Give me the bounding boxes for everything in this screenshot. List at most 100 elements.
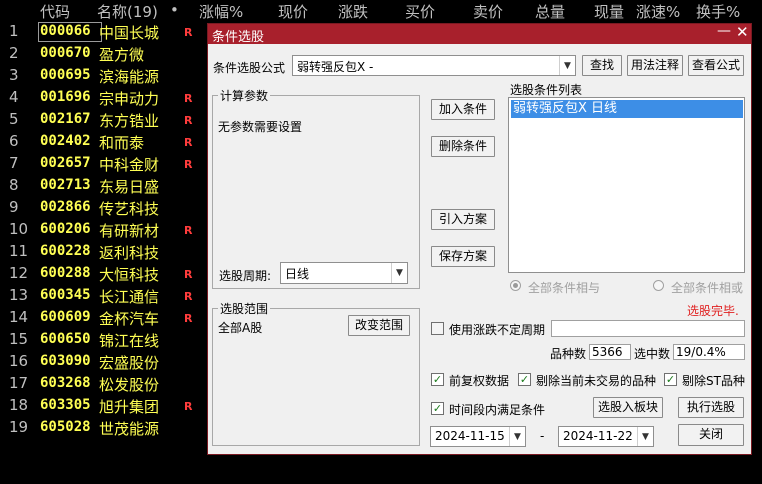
table-row[interactable]: 10 600206 有研新材 R [0,220,200,242]
col-speed[interactable]: 涨速% [636,1,680,22]
prev-adjust-checkbox[interactable]: ✓ [431,373,444,386]
margin-badge: R [184,92,193,105]
chevron-down-icon[interactable]: ▼ [391,263,407,283]
to-board-button[interactable]: 选股入板块 [593,397,663,418]
change-period-input[interactable] [551,320,745,337]
table-row[interactable]: 11 600228 返利科技 [0,242,200,264]
use-change-checkbox[interactable] [431,322,444,335]
formula-select[interactable]: 弱转强反包X - ▼ [292,55,576,76]
close-icon[interactable]: ✕ [736,23,749,41]
col-price[interactable]: 现价 [278,1,308,22]
table-row[interactable]: 13 600345 长江通信 R [0,286,200,308]
table-row[interactable]: 1 000066 中国长城 R [0,22,200,44]
col-volume[interactable]: 总量 [535,1,565,22]
table-row[interactable]: 9 002866 传艺科技 [0,198,200,220]
stock-name: 有研新材 [99,222,160,240]
table-row[interactable]: 6 002402 和而泰 R [0,132,200,154]
stock-name: 东易日盛 [99,178,160,196]
condition-list-item[interactable]: 弱转强反包X 日线 [511,100,743,118]
chevron-down-icon[interactable]: ▼ [559,56,575,75]
stock-code: 603305 [40,397,91,413]
row-index: 2 [9,44,19,62]
table-row[interactable]: 16 603090 宏盛股份 [0,352,200,374]
col-ask[interactable]: 卖价 [473,1,503,22]
row-index: 8 [9,176,19,194]
radio-and-label: 全部条件相与 [528,281,601,295]
col-name[interactable]: 名称(19) [97,1,158,22]
period-select[interactable]: 日线 ▼ [280,262,408,284]
stock-list-header: 代码 名称(19) • 涨幅% 现价 涨跌 买价 卖价 总量 现量 涨速% 换手… [0,0,762,22]
col-change[interactable]: 涨跌 [338,1,368,22]
use-change-label: 使用涨跌不定周期 [449,323,546,337]
import-scheme-button[interactable]: 引入方案 [431,209,495,230]
delete-condition-button[interactable]: 删除条件 [431,136,495,157]
remove-untraded-checkbox[interactable]: ✓ [518,373,531,386]
table-row[interactable]: 14 600609 金杯汽车 R [0,308,200,330]
row-index: 17 [9,374,29,392]
col-cur-volume[interactable]: 现量 [594,1,624,22]
add-condition-button[interactable]: 加入条件 [431,99,495,120]
stock-code: 000670 [40,45,91,61]
time-range-checkbox[interactable]: ✓ [431,402,444,415]
col-bid[interactable]: 买价 [405,1,435,22]
table-row[interactable]: 18 603305 旭升集团 R [0,396,200,418]
close-button[interactable]: 关闭 [678,424,744,446]
stock-code: 600345 [40,287,91,303]
table-row[interactable]: 5 002167 东方锆业 R [0,110,200,132]
stock-code: 605028 [40,419,91,435]
stock-name: 中科金财 [99,156,160,174]
condition-select-dialog: 条件选股 — ✕ 条件选股公式 弱转强反包X - ▼ 查找 用法注释 查看公式 … [207,23,752,455]
table-row[interactable]: 4 001696 宗申动力 R [0,88,200,110]
stock-name: 旭升集团 [99,398,160,416]
find-button[interactable]: 查找 [582,55,622,76]
stock-code: 600206 [40,221,91,237]
condition-list-caption: 选股条件列表 [510,83,583,97]
date-to-picker[interactable]: 2024-11-22 ▼ [558,426,654,447]
table-row[interactable]: 8 002713 东易日盛 [0,176,200,198]
chevron-down-icon[interactable]: ▼ [637,427,653,446]
col-turnover[interactable]: 换手% [696,1,740,22]
table-row[interactable]: 3 000695 滨海能源 [0,66,200,88]
table-row[interactable]: 19 605028 世茂能源 [0,418,200,440]
radio-and[interactable] [510,280,521,291]
table-row[interactable]: 12 600288 大恒科技 R [0,264,200,286]
table-row[interactable]: 7 002657 中科金财 R [0,154,200,176]
stock-code: 000066 [40,23,91,39]
change-range-button[interactable]: 改变范围 [348,315,410,336]
formula-label: 条件选股公式 [213,61,286,75]
col-change-pct[interactable]: 涨幅% [199,1,243,22]
range-caption: 选股范围 [218,300,271,317]
condition-list[interactable]: 弱转强反包X 日线 [508,97,745,273]
stock-code: 002657 [40,155,91,171]
margin-badge: R [184,114,193,127]
stock-code: 001696 [40,89,91,105]
table-row[interactable]: 17 603268 松发股份 [0,374,200,396]
params-caption: 计算参数 [218,87,271,104]
save-scheme-button[interactable]: 保存方案 [431,246,495,267]
stock-name: 盈方微 [99,46,145,64]
stock-name: 大恒科技 [99,266,160,284]
radio-or[interactable] [653,280,664,291]
execute-select-button[interactable]: 执行选股 [678,397,744,418]
row-index: 12 [9,264,29,282]
view-formula-button[interactable]: 查看公式 [688,55,744,76]
formula-value: 弱转强反包X - [297,60,374,74]
table-row[interactable]: 15 600650 锦江在线 [0,330,200,352]
row-index: 16 [9,352,29,370]
row-index: 14 [9,308,29,326]
dialog-title-bar[interactable]: 条件选股 — ✕ [208,23,751,45]
row-index: 18 [9,396,29,414]
usage-notes-button[interactable]: 用法注释 [627,55,683,76]
stock-name: 返利科技 [99,244,160,262]
remove-st-checkbox[interactable]: ✓ [664,373,677,386]
date-separator: - [540,429,545,443]
col-code[interactable]: 代码 [40,1,70,22]
stock-code: 603090 [40,353,91,369]
stock-code: 603268 [40,375,91,391]
table-row[interactable]: 2 000670 盈方微 [0,44,200,66]
minimize-icon[interactable]: — [717,23,731,39]
chevron-down-icon[interactable]: ▼ [509,427,525,446]
date-from-picker[interactable]: 2024-11-15 ▼ [430,426,526,447]
stock-code: 002167 [40,111,91,127]
row-index: 3 [9,66,19,84]
